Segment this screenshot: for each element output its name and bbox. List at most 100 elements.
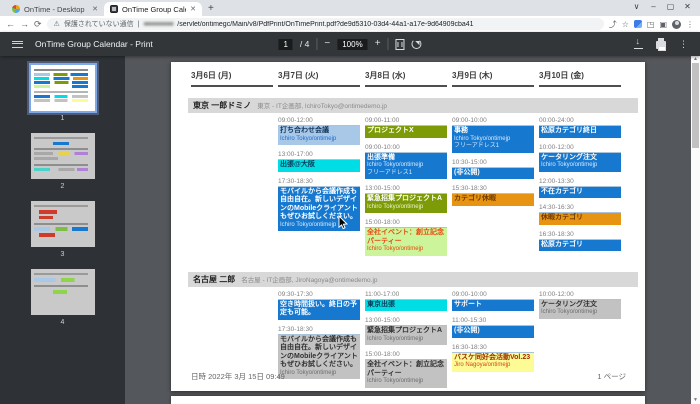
- zoom-out-button[interactable]: −: [324, 34, 330, 54]
- thumbnail-content-bar: [34, 95, 88, 98]
- download-icon[interactable]: [634, 39, 643, 49]
- thumbnail-content-bar: [39, 210, 57, 214]
- page-number-input[interactable]: 1: [278, 39, 292, 50]
- minimize-button[interactable]: –: [645, 0, 662, 14]
- user-header-bar: 東京 一郎ドミノ東京 - IT企画部, IchiroTokyo@ontimede…: [188, 98, 638, 113]
- event-time: 10:00-12:00: [539, 143, 621, 153]
- forward-icon[interactable]: →: [20, 16, 29, 32]
- extensions-puzzle-icon[interactable]: ◳: [647, 20, 655, 29]
- url-input[interactable]: ⚠ 保護されていない通信 | ■■■■■■■■ /servlet/ontimeg…: [47, 18, 604, 30]
- tab-ontime-desktop[interactable]: OnTime - Desktop ✕: [6, 2, 104, 16]
- address-bar: ← → ⟳ ⚠ 保護されていない通信 | ■■■■■■■■ /servlet/o…: [0, 16, 700, 32]
- print-icon[interactable]: [656, 41, 666, 49]
- pdf-page-2-peek: [171, 396, 645, 404]
- user-details: 東京 - IT企画部, IchiroTokyo@ontimedemo.jp: [257, 100, 387, 110]
- maximize-button[interactable]: ▢: [662, 0, 679, 14]
- event-title: 出張@大阪: [280, 161, 358, 170]
- thumbnail-content-bar: [34, 164, 88, 166]
- event-time: 15:00-18:00: [365, 218, 447, 228]
- event-block: 緊急招集プロジェクトAIchiro Tokyo/ontimejp: [365, 194, 447, 213]
- thumbnail-content-bar: [34, 77, 88, 80]
- event-time: 09:00-10:00: [452, 116, 534, 126]
- thumbnail-content-bar: [34, 91, 88, 93]
- security-label: 保護されていない通信: [64, 19, 134, 29]
- date-header: 3月9日 (木): [452, 70, 534, 87]
- url-host-redacted: ■■■■■■■■: [143, 21, 173, 28]
- reload-icon[interactable]: ⟳: [34, 16, 42, 32]
- vertical-scrollbar[interactable]: ▲ ▼: [691, 56, 700, 404]
- scroll-down-icon[interactable]: ▼: [691, 397, 700, 404]
- thumbnail-content-bar: [34, 81, 88, 84]
- close-button[interactable]: ✕: [679, 0, 696, 14]
- thumbnail-content-bar: [34, 73, 88, 76]
- new-tab-button[interactable]: +: [208, 3, 214, 14]
- page-thumbnail-4[interactable]: [31, 269, 95, 315]
- rotate-icon[interactable]: [412, 39, 422, 49]
- calendar-event: 09:00-10:00サポート: [452, 290, 534, 312]
- event-time: 13:00-15:00: [365, 184, 447, 194]
- event-organizer: Ichiro Tokyo/ontimejp: [280, 136, 358, 144]
- print-datetime: 日時 2022年 3月 15日 09:49: [191, 371, 285, 382]
- extension-icon[interactable]: [634, 20, 642, 28]
- page-thumbnail-1[interactable]: [31, 65, 95, 111]
- calendar-event: 12:00-13:30不在カテゴリ: [539, 177, 621, 199]
- event-title: カテゴリ休暇: [454, 195, 532, 204]
- page-thumbnail-2[interactable]: [31, 133, 95, 179]
- calendar-event: 09:00-10:00事務Ichiro Tokyo/ontimejpフリーアドレ…: [452, 116, 534, 153]
- document-viewport[interactable]: 3月6日 (月)3月7日 (火)3月8日 (水)3月9日 (木)3月10日 (金…: [125, 56, 691, 404]
- side-panel-icon[interactable]: ▣: [659, 20, 667, 29]
- share-icon[interactable]: ⤴: [609, 19, 617, 30]
- event-time: 16:30-18:30: [539, 230, 621, 240]
- toolbar-divider: [316, 38, 317, 50]
- tab-close-icon[interactable]: ✕: [92, 5, 98, 13]
- calendar-event: 11:00-17:00東京出張: [365, 290, 447, 312]
- event-organizer: Ichiro Tokyo/ontimejp: [280, 222, 358, 230]
- events-grid: 09:00-12:00打ち合わせ会議Ichiro Tokyo/ontimejp 1…: [191, 116, 626, 261]
- calendar-event: 09:00-12:00打ち合わせ会議Ichiro Tokyo/ontimejp: [278, 116, 360, 145]
- zoom-in-button[interactable]: +: [375, 34, 381, 54]
- event-title: 休暇カテゴリ: [541, 214, 619, 223]
- pdf-menu-icon[interactable]: [12, 41, 23, 48]
- event-block: バスケ同好会活動Vol.23Jiro Nagoya/ontimejp: [452, 353, 534, 372]
- page-thumbnail-3[interactable]: [31, 201, 95, 247]
- pdf-document-title: OnTime Group Calendar - Print: [35, 39, 153, 49]
- event-time: 00:00-24:00: [539, 116, 621, 126]
- more-options-icon[interactable]: ⋮: [679, 39, 688, 50]
- browser-menu-dots-icon[interactable]: ⋮: [686, 20, 694, 29]
- event-title: バスケ同好会活動Vol.23: [454, 354, 532, 363]
- bookmark-star-icon[interactable]: ☆: [622, 20, 629, 29]
- fit-page-icon[interactable]: [396, 39, 405, 50]
- thumbnail-content-bar: [34, 273, 88, 275]
- event-time: 15:00-18:00: [365, 350, 447, 360]
- tab-close-icon[interactable]: ✕: [190, 5, 196, 13]
- thumbnail-content-bar: [34, 157, 58, 160]
- zoom-level-input[interactable]: 100%: [337, 39, 367, 50]
- calendar-event: 00:00-24:00松原カテゴリ終日: [539, 116, 621, 138]
- event-block: 事務Ichiro Tokyo/ontimejpフリーアドレス1: [452, 126, 534, 153]
- thumbnail-content-bar: [34, 227, 88, 231]
- pdf-toolbar: OnTime Group Calendar - Print 1 / 4 − 10…: [0, 32, 700, 56]
- event-title: サポート: [454, 301, 532, 310]
- event-organizer: Ichiro Tokyo/ontimejp: [367, 162, 445, 170]
- back-icon[interactable]: ←: [6, 16, 15, 32]
- calendar-event: 10:00-12:00ケータリング注文Ichiro Tokyo/ontimejp: [539, 143, 621, 172]
- event-time: 17:30-18:30: [278, 325, 360, 335]
- pdf-viewer-content: 1234 3月6日 (月)3月7日 (火)3月8日 (水)3月9日 (木)3月1…: [0, 56, 700, 404]
- event-time: 13:00-17:00: [278, 150, 360, 160]
- event-title: ケータリング注文: [541, 154, 619, 163]
- tab-pdf-print[interactable]: OnTime Group Calendar - Print ✕: [104, 2, 202, 16]
- day-column: 09:00-10:00事務Ichiro Tokyo/ontimejpフリーアドレ…: [452, 116, 534, 211]
- scrollbar-thumb[interactable]: [692, 63, 699, 148]
- event-title: 緊急招集プロジェクトA: [367, 195, 445, 204]
- event-time: 09:00-10:00: [365, 143, 447, 153]
- day-column: 10:00-12:00ケータリング注文Ichiro Tokyo/ontimejp: [539, 290, 621, 324]
- thumbnail-content-bar: [34, 152, 88, 155]
- event-organizer: Ichiro Tokyo/ontimejp: [541, 162, 619, 170]
- pdf-toolbar-actions: ⋮: [634, 39, 688, 50]
- event-block: カテゴリ休暇: [452, 194, 534, 206]
- scroll-up-icon[interactable]: ▲: [691, 56, 700, 63]
- event-title: (非公開): [454, 327, 532, 336]
- browser-menu-chevron-icon[interactable]: ∨: [628, 0, 645, 14]
- calendar-event: 16:30-18:30松原カテゴリ: [539, 230, 621, 252]
- profile-avatar[interactable]: [672, 20, 681, 29]
